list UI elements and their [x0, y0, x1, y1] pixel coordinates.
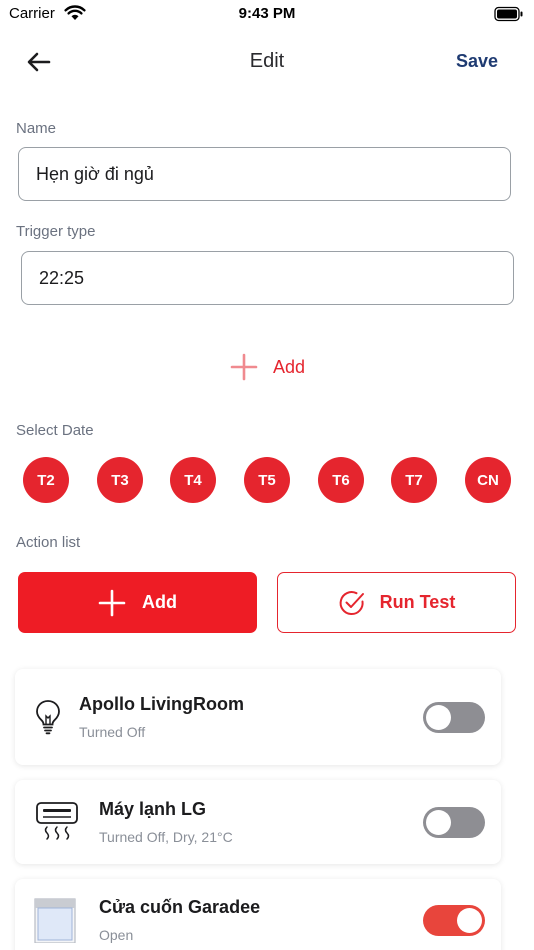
trigger-time-value: 22:25	[39, 267, 85, 288]
plus-icon	[230, 353, 258, 381]
device-name: Cửa cuốn Garadee	[99, 897, 261, 917]
name-input[interactable]: Hẹn giờ đi ngủ	[18, 147, 511, 201]
run-test-label: Run Test	[379, 592, 456, 612]
name-label: Name	[16, 120, 57, 137]
day-t5[interactable]: T5	[244, 457, 290, 503]
light-bulb-icon	[35, 699, 61, 740]
device-card[interactable]: Máy lạnh LG Turned Off, Dry, 21°C	[15, 780, 501, 864]
navigation-bar: Edit Save	[0, 36, 534, 88]
trigger-type-label: Trigger type	[16, 223, 96, 240]
day-t2[interactable]: T2	[23, 457, 69, 503]
battery-icon	[494, 6, 524, 27]
day-t4[interactable]: T4	[170, 457, 216, 503]
add-action-button[interactable]: Add	[18, 572, 257, 633]
device-status: Turned Off	[79, 724, 146, 740]
run-test-button[interactable]: Run Test	[277, 572, 516, 633]
device-name: Máy lạnh LG	[99, 799, 207, 819]
status-time: 9:43 PM	[238, 5, 296, 22]
device-card[interactable]: Apollo LivingRoom Turned Off	[15, 669, 501, 765]
page-title: Edit	[249, 50, 285, 72]
day-t3[interactable]: T3	[97, 457, 143, 503]
day-cn[interactable]: CN	[465, 457, 511, 503]
add-trigger-label: Add	[273, 356, 306, 377]
select-date-label: Select Date	[16, 422, 94, 439]
action-list-label: Action list	[16, 534, 81, 551]
trigger-time-input[interactable]: 22:25	[21, 251, 514, 305]
device-status: Turned Off, Dry, 21°C	[99, 829, 233, 845]
plus-icon	[98, 589, 126, 616]
device-name: Apollo LivingRoom	[79, 694, 244, 714]
name-value: Hẹn giờ đi ngủ	[36, 163, 154, 184]
day-t6[interactable]: T6	[318, 457, 364, 503]
roller-shutter-icon	[33, 897, 77, 948]
device-status: Open	[99, 927, 134, 943]
add-trigger-button[interactable]: Add	[230, 352, 305, 382]
add-action-label: Add	[142, 592, 177, 612]
check-circle-icon	[339, 590, 364, 615]
day-t7[interactable]: T7	[391, 457, 437, 503]
save-button[interactable]: Save	[456, 51, 498, 72]
status-bar: Carrier 9:43 PM	[0, 0, 534, 28]
device-toggle[interactable]	[423, 702, 485, 733]
toggle-knob	[457, 908, 482, 933]
toggle-knob	[426, 705, 451, 730]
toggle-knob	[426, 810, 451, 835]
device-card[interactable]: Cửa cuốn Garadee Open	[15, 879, 501, 950]
device-toggle[interactable]	[423, 905, 485, 936]
air-conditioner-icon	[35, 800, 79, 847]
device-toggle[interactable]	[423, 807, 485, 838]
